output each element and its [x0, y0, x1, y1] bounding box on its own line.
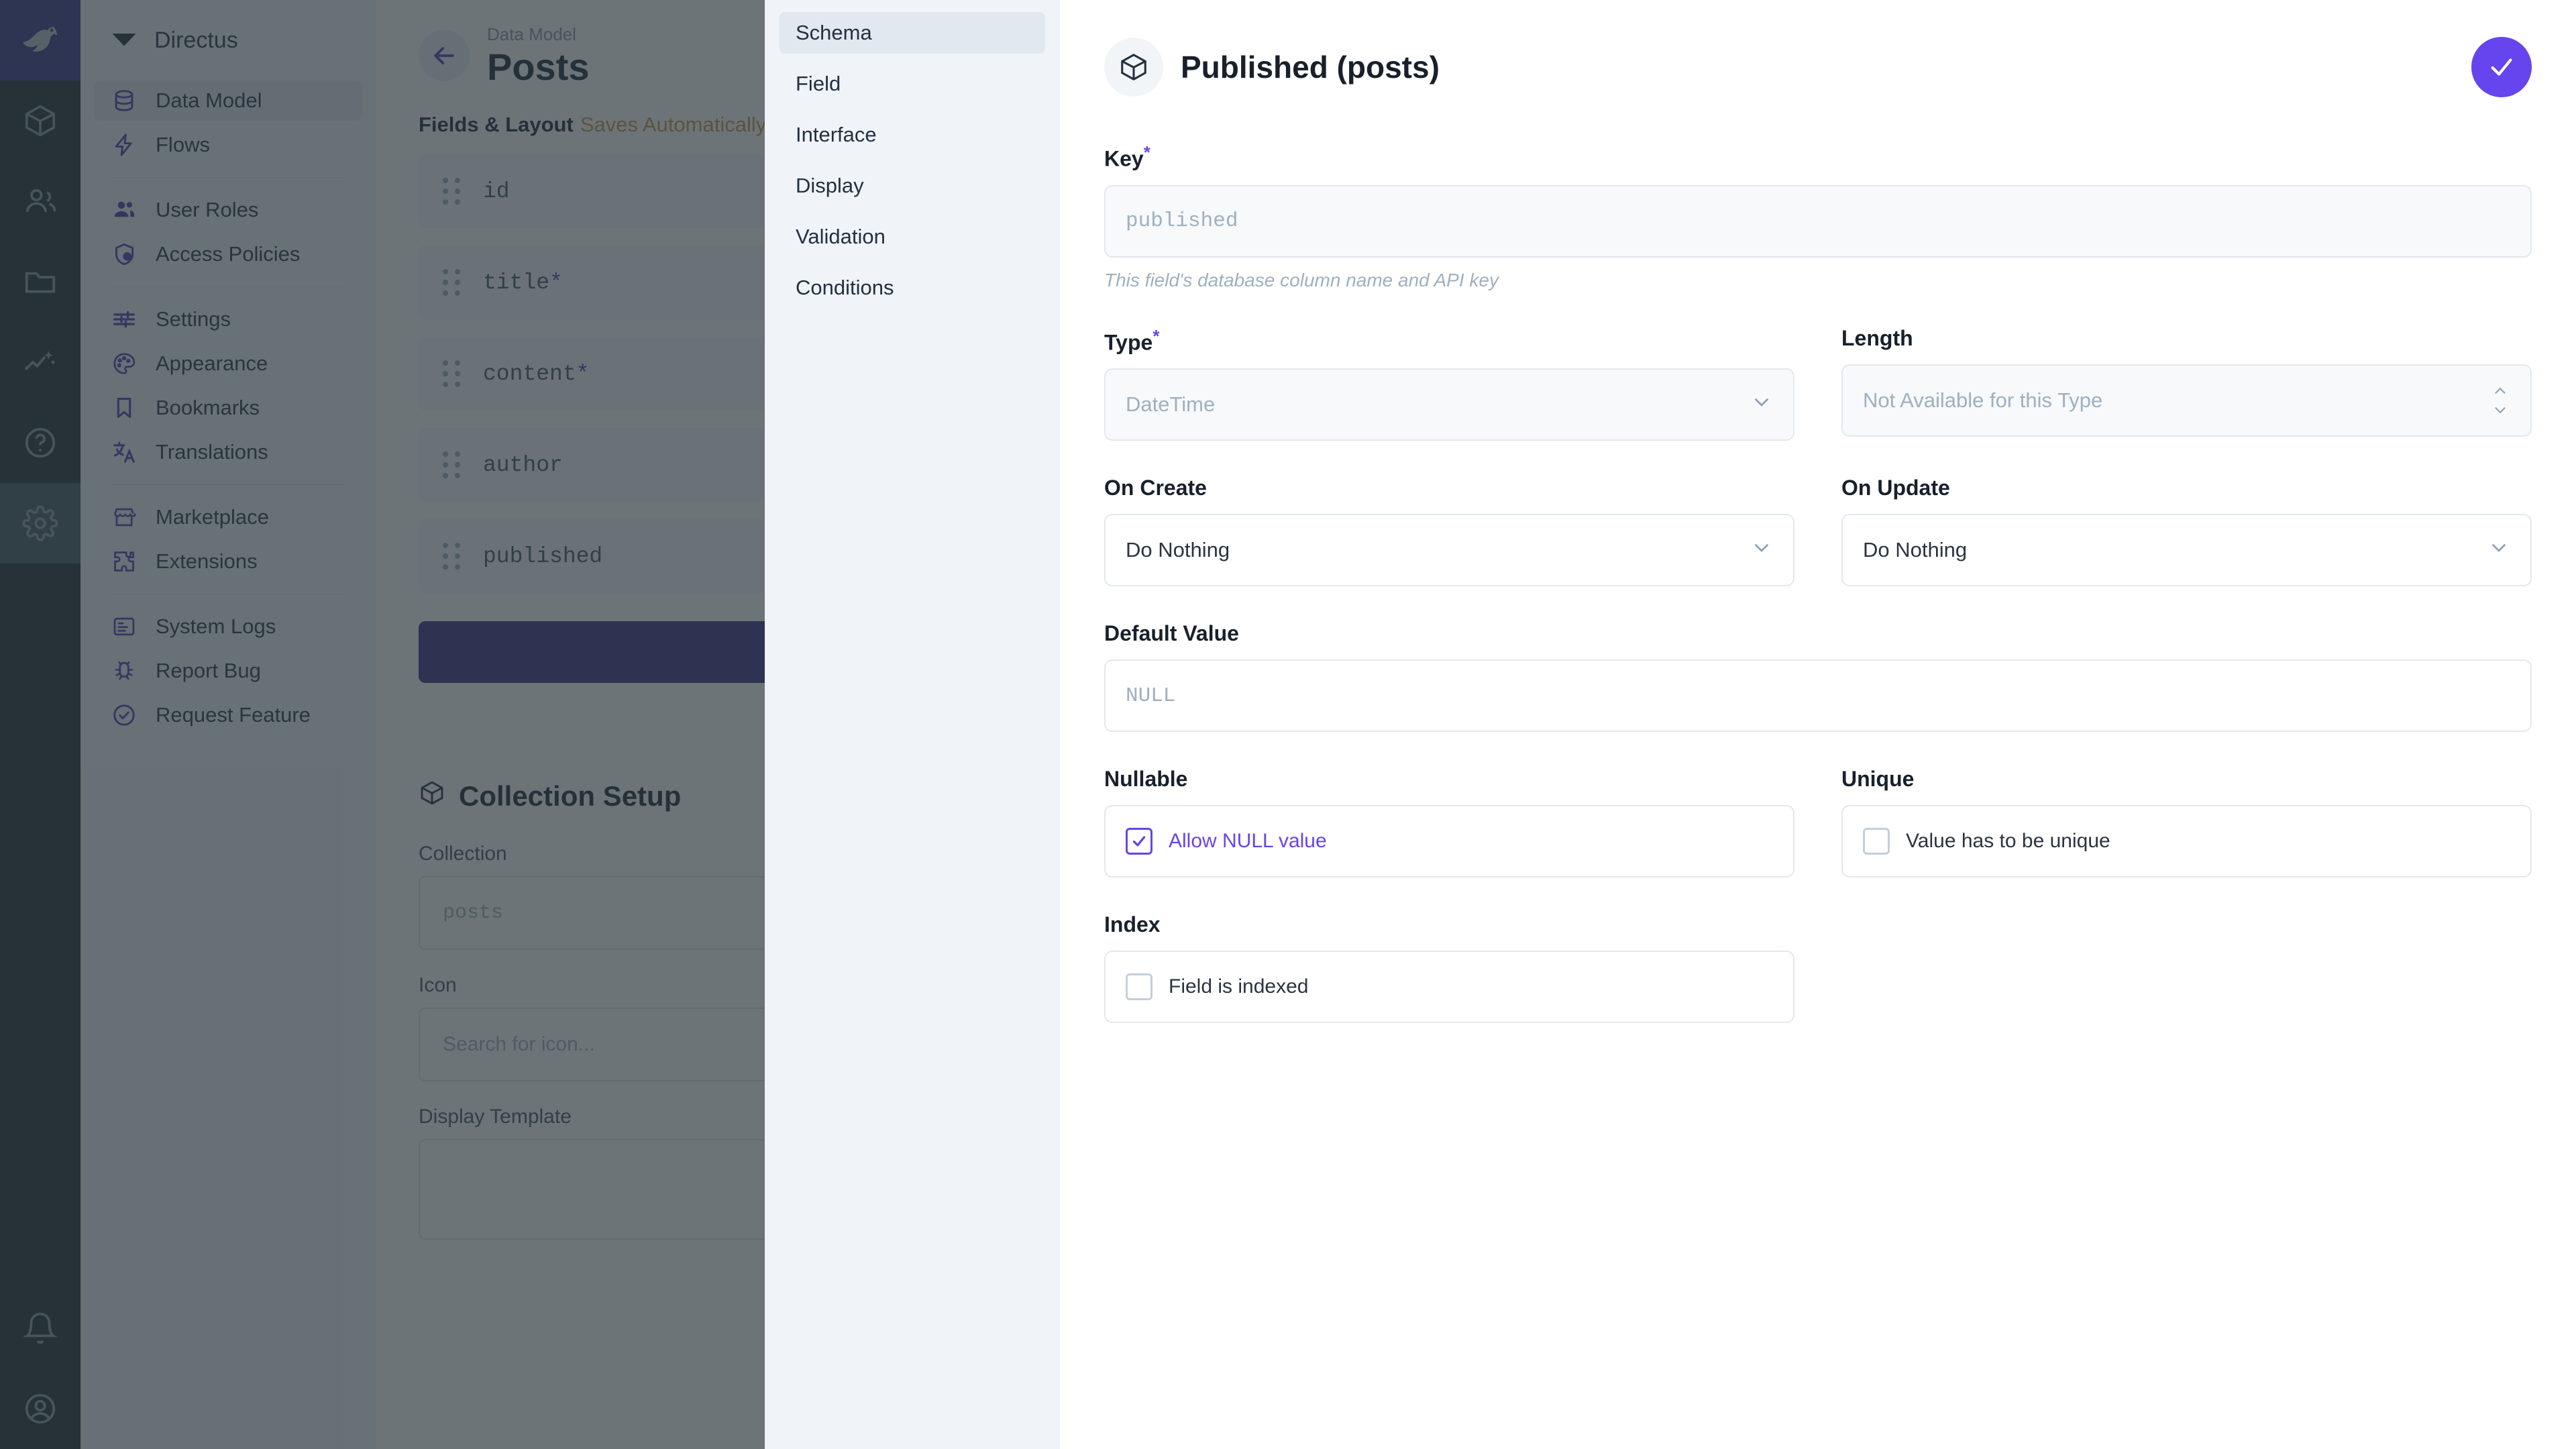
- on-create-value: Do Nothing: [1126, 538, 1230, 562]
- check-icon: [2486, 52, 2517, 83]
- key-label: Key*: [1104, 142, 2532, 172]
- stepper-arrows-icon[interactable]: [2490, 382, 2510, 419]
- nullable-checkbox-row[interactable]: Allow NULL value: [1104, 805, 1794, 877]
- length-label: Length: [1841, 326, 2532, 351]
- default-value-label: Default Value: [1104, 621, 2532, 646]
- drawer-header: Published (posts): [1104, 31, 2532, 103]
- nullable-checkbox-label: Allow NULL value: [1169, 830, 1327, 853]
- type-length-row: Type* DateTime Length Not Available for: [1104, 326, 2532, 441]
- on-create-select[interactable]: Do Nothing: [1104, 514, 1794, 586]
- on-create-field-group: On Create Do Nothing: [1104, 476, 1794, 586]
- length-value: Not Available for this Type: [1863, 388, 2102, 413]
- chevron-down-icon: [1750, 390, 1773, 419]
- default-value-input[interactable]: NULL: [1104, 659, 2532, 732]
- chevron-down-icon: [2487, 536, 2510, 564]
- length-stepper[interactable]: Not Available for this Type: [1841, 364, 2532, 437]
- on-create-update-row: On Create Do Nothing On Update Do Nothin…: [1104, 476, 2532, 586]
- required-marker: *: [1152, 326, 1159, 346]
- nullable-label: Nullable: [1104, 767, 1794, 792]
- key-input[interactable]: published: [1104, 185, 2532, 258]
- schema-form: Key* published This field's database col…: [1104, 142, 2532, 1023]
- on-update-select[interactable]: Do Nothing: [1841, 514, 2532, 586]
- drawer-title: Published (posts): [1181, 49, 1440, 85]
- unique-label: Unique: [1841, 767, 2532, 792]
- index-checkbox-row[interactable]: Field is indexed: [1104, 951, 1794, 1023]
- drawer-tab-field[interactable]: Field: [780, 63, 1045, 105]
- on-update-label: On Update: [1841, 476, 2532, 500]
- field-settings-drawer: Schema Field Interface Display Validatio…: [765, 0, 2576, 1449]
- checkbox-unchecked-icon[interactable]: [1863, 828, 1890, 855]
- index-checkbox-label: Field is indexed: [1169, 975, 1308, 998]
- drawer-tab-validation[interactable]: Validation: [780, 216, 1045, 258]
- type-select[interactable]: DateTime: [1104, 368, 1794, 441]
- index-row: Index Field is indexed: [1104, 912, 2532, 1023]
- length-field-group: Length Not Available for this Type: [1841, 326, 2532, 441]
- drawer-tab-display[interactable]: Display: [780, 165, 1045, 207]
- checkbox-unchecked-icon[interactable]: [1126, 973, 1152, 1000]
- nullable-field-group: Nullable Allow NULL value: [1104, 767, 1794, 877]
- save-button[interactable]: [2471, 37, 2532, 97]
- box-icon: [1104, 38, 1163, 97]
- index-field-group: Index Field is indexed: [1104, 912, 1794, 1023]
- drawer-tab-schema[interactable]: Schema: [780, 12, 1045, 54]
- key-field-group: Key* published This field's database col…: [1104, 142, 2532, 291]
- drawer-nav: Schema Field Interface Display Validatio…: [765, 0, 1060, 1449]
- index-label: Index: [1104, 912, 1794, 937]
- chevron-down-icon: [1750, 536, 1773, 564]
- nullable-unique-row: Nullable Allow NULL value Unique Valu: [1104, 767, 2532, 877]
- app-root: Directus Data Model Flows: [0, 0, 2576, 1449]
- type-field-group: Type* DateTime: [1104, 326, 1794, 441]
- drawer-tab-conditions[interactable]: Conditions: [780, 267, 1045, 309]
- key-hint: This field's database column name and AP…: [1104, 270, 2532, 291]
- on-create-label: On Create: [1104, 476, 1794, 500]
- drawer-tab-interface[interactable]: Interface: [780, 114, 1045, 156]
- unique-field-group: Unique Value has to be unique: [1841, 767, 2532, 877]
- type-label: Type*: [1104, 326, 1794, 356]
- unique-checkbox-row[interactable]: Value has to be unique: [1841, 805, 2532, 877]
- on-update-field-group: On Update Do Nothing: [1841, 476, 2532, 586]
- type-select-value: DateTime: [1126, 392, 1215, 417]
- required-marker: *: [1144, 142, 1150, 162]
- default-value-field-group: Default Value NULL: [1104, 621, 2532, 732]
- drawer-body: Published (posts) Key* published This fi…: [1060, 0, 2576, 1449]
- checkbox-checked-icon[interactable]: [1126, 828, 1152, 855]
- on-update-value: Do Nothing: [1863, 538, 1967, 562]
- unique-checkbox-label: Value has to be unique: [1906, 830, 2110, 853]
